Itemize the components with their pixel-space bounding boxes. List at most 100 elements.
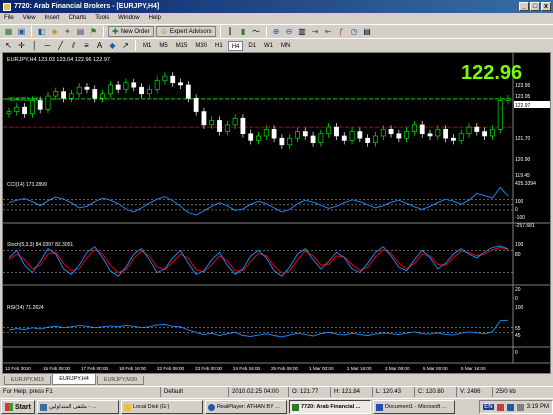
cci-line <box>8 186 509 216</box>
timeframe-w1[interactable]: W1 <box>261 41 276 51</box>
text-button[interactable]: A <box>94 40 105 51</box>
candle-body <box>435 129 441 137</box>
autoscroll-button[interactable]: ⇥ <box>310 26 321 37</box>
chart-header: EURJPY,H4 123.03 123.04 122.96 122.97 <box>7 57 110 63</box>
menu-insert[interactable]: Insert <box>45 15 60 21</box>
candle-body <box>256 135 261 141</box>
new-chart-button[interactable]: ▦ <box>3 26 14 37</box>
candle-body <box>123 82 129 90</box>
candle-body <box>302 131 308 137</box>
terminal-button[interactable]: ▤ <box>75 26 86 37</box>
start-button[interactable]: Start <box>1 400 35 414</box>
tab-eurjpy-h4[interactable]: EURJPY,H4 <box>52 374 96 385</box>
timeframe-m15[interactable]: M15 <box>173 41 191 51</box>
candle-body <box>14 106 20 112</box>
tile-windows-button[interactable]: ▥ <box>297 26 308 37</box>
templates-button[interactable]: ▤ <box>362 26 373 37</box>
autoscroll-icon: ⇥ <box>311 26 319 36</box>
volume-icon[interactable] <box>516 403 524 411</box>
timeframe-m5[interactable]: M5 <box>156 41 170 51</box>
arrows-button[interactable]: ↗ <box>120 40 131 51</box>
taskbar-item-label: 7720: Arab Financial ... <box>300 404 361 410</box>
tab-eurjpy-m15[interactable]: EURJPY,M15 <box>4 376 52 385</box>
candlestick-button[interactable]: ▮ <box>238 26 249 37</box>
line-chart-icon: 〜 <box>252 26 261 36</box>
candle-body <box>412 124 417 132</box>
timeframe-h4[interactable]: H4 <box>227 40 244 51</box>
taskbar-item[interactable]: ملتقى المتداولين - ... <box>36 400 119 414</box>
periods-button[interactable]: ◷ <box>349 26 360 37</box>
candle-body <box>248 133 254 141</box>
new-order-icon: ✚ <box>112 26 119 36</box>
status-help: For Help, press F1 <box>3 389 53 395</box>
tab-eurjpy-m30[interactable]: EURJPY,M30 <box>96 376 144 385</box>
word-icon <box>375 403 383 411</box>
strategy-tester-button[interactable]: ⚑ <box>88 26 99 37</box>
line-chart-button[interactable]: 〜 <box>251 26 262 37</box>
cursor-button[interactable]: ↖ <box>3 40 14 51</box>
candle-body <box>92 89 98 99</box>
rsi-level: 55 <box>515 326 521 332</box>
tray-icon[interactable] <box>496 403 504 411</box>
standard-toolbar: ▦ ▣ ◧ ◈ ✦ ▤ ⚑ ✚ New Order ☺ Expert Advis… <box>0 24 553 38</box>
stoch-signal-line <box>8 246 509 274</box>
menu-view[interactable]: View <box>23 15 36 21</box>
candle-body <box>326 126 332 135</box>
candle-body <box>22 106 28 115</box>
tile-windows-icon: ▥ <box>298 26 306 36</box>
candle-body <box>131 82 137 88</box>
rsi-line <box>8 319 509 338</box>
menu-help[interactable]: Help <box>149 15 161 21</box>
time-label: 1 Mar 00:00 <box>309 366 334 371</box>
taskbar-item-active[interactable]: 7720: Arab Financial ... <box>288 400 371 414</box>
bar-chart-button[interactable]: ⫿ <box>225 26 236 37</box>
trendline-button[interactable]: ╱ <box>55 40 66 51</box>
menu-charts[interactable]: Charts <box>69 15 87 21</box>
horizontal-line-button[interactable]: ─ <box>42 40 53 51</box>
menu-tools[interactable]: Tools <box>95 15 109 21</box>
taskbar-item[interactable]: RealPlayer: ATHAN BY ... <box>204 400 287 414</box>
tray-icon[interactable] <box>506 403 514 411</box>
data-window-button[interactable]: ◈ <box>49 26 60 37</box>
chart-window[interactable]: EURJPY,H4 123.03 123.04 122.96 122.97 12… <box>2 52 551 374</box>
candle-body <box>318 133 324 143</box>
close-button[interactable]: x <box>541 2 551 11</box>
zoom-in-button[interactable]: ⊕ <box>271 26 282 37</box>
timeframe-d1[interactable]: D1 <box>245 41 259 51</box>
taskbar-item[interactable]: Local Disk (G:) <box>120 400 203 414</box>
price-chart[interactable]: EURJPY,H4 123.03 123.04 122.96 122.97 12… <box>3 53 550 373</box>
timeframe-h1[interactable]: H1 <box>212 41 226 51</box>
new-chart-icon: ▦ <box>4 26 13 36</box>
minimize-button[interactable]: _ <box>519 2 529 11</box>
timeframe-m1[interactable]: M1 <box>140 41 154 51</box>
title-bar[interactable]: 7720: Arab Financial Brokers - [EURJPY,H… <box>0 0 553 13</box>
candle-body <box>146 89 152 95</box>
profiles-button[interactable]: ▣ <box>16 26 27 37</box>
menu-window[interactable]: Window <box>118 15 139 21</box>
vertical-line-button[interactable]: │ <box>29 40 40 51</box>
rsi-level: 0 <box>515 350 518 356</box>
chart-shift-button[interactable]: ⇤ <box>323 26 334 37</box>
new-order-button[interactable]: ✚ New Order <box>108 26 154 37</box>
time-label: 3 Mar 08:00 <box>385 366 410 371</box>
label-button[interactable]: ◆ <box>107 40 118 51</box>
time-label: 5 Mar 16:00 <box>461 366 486 371</box>
timeframe-m30[interactable]: M30 <box>192 41 210 51</box>
candle-body <box>310 135 316 143</box>
expert-advisors-button[interactable]: ☺ Expert Advisors <box>155 26 216 37</box>
status-time: 2010.02.25 04:00 <box>228 387 288 397</box>
taskbar-item[interactable]: Document1 - Microsoft ... <box>372 400 455 414</box>
zoom-out-button[interactable]: ⊖ <box>284 26 295 37</box>
crosshair-button[interactable]: ✛ <box>16 40 27 51</box>
menu-file[interactable]: File <box>4 15 14 21</box>
windows-logo-icon <box>5 403 13 411</box>
market-watch-button[interactable]: ◧ <box>36 26 47 37</box>
timeframe-mn[interactable]: MN <box>278 41 293 51</box>
indicators-button[interactable]: ƒ <box>336 26 347 37</box>
fibonacci-button[interactable]: ≡ <box>81 40 92 51</box>
channel-button[interactable]: ⫽ <box>68 40 79 51</box>
language-indicator[interactable]: EN <box>483 404 494 410</box>
navigator-button[interactable]: ✦ <box>62 26 73 37</box>
candle-body <box>396 133 402 139</box>
maximize-button[interactable]: □ <box>530 2 540 11</box>
